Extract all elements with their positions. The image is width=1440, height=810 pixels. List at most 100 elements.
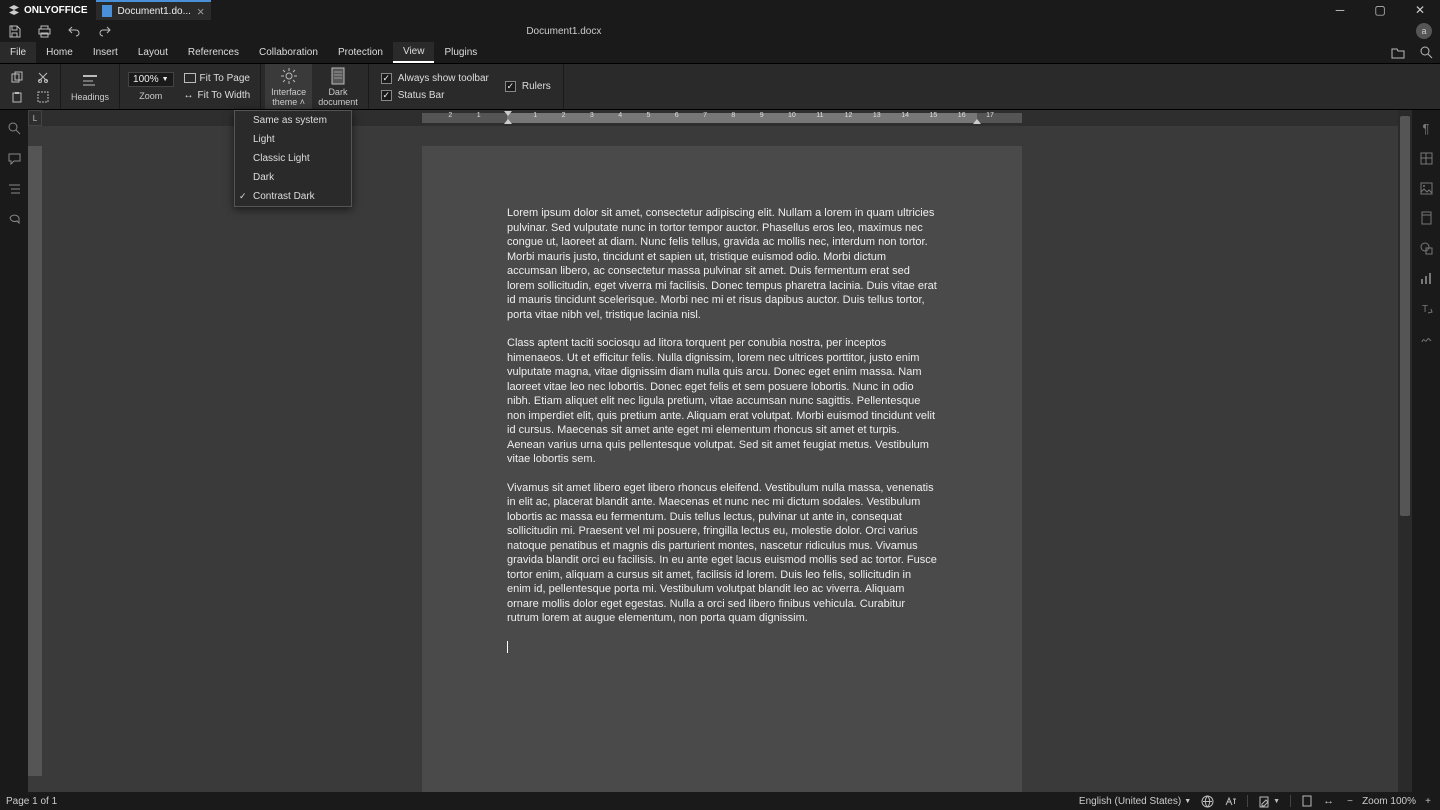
minimize-button[interactable]: ─ [1320,0,1360,20]
image-settings-icon[interactable] [1418,180,1434,196]
doc-icon [102,5,112,17]
close-tab-icon[interactable]: × [197,4,205,19]
language-button[interactable]: English (United States) ▼ [1079,796,1191,807]
headings-button[interactable]: Headings [65,64,115,109]
select-all-icon[interactable] [34,89,52,105]
zoom-status[interactable]: Zoom 100% [1362,796,1416,807]
feedback-icon[interactable] [6,210,22,226]
ruler-tick: 9 [760,112,764,119]
open-file-location-icon[interactable] [1384,42,1412,63]
ruler-tick: 13 [873,112,881,119]
app-logo[interactable]: ONLYOFFICE [0,4,96,16]
document-tab[interactable]: Document1.do... × [96,0,211,20]
track-changes-icon[interactable]: ▼ [1258,795,1280,808]
copy-icon[interactable] [8,69,26,85]
close-window-button[interactable]: ✕ [1400,0,1440,20]
tab-home[interactable]: Home [36,42,83,63]
cursor-paragraph[interactable] [507,640,937,655]
app-name: ONLYOFFICE [24,5,88,16]
doc-tab-label: Document1.do... [118,6,191,17]
shape-settings-icon[interactable] [1418,240,1434,256]
page-indicator[interactable]: Page 1 of 1 [6,796,57,807]
paragraph-1[interactable]: Lorem ipsum dolor sit amet, consectetur … [507,206,937,322]
doclang-icon[interactable] [1224,795,1237,808]
spellcheck-icon[interactable] [1201,795,1214,808]
vertical-ruler[interactable] [28,126,42,792]
chart-settings-icon[interactable] [1418,270,1434,286]
tab-references[interactable]: References [178,42,249,63]
header-footer-icon[interactable] [1418,210,1434,226]
print-icon[interactable] [36,23,52,39]
status-bar-checkbox[interactable]: ✓Status Bar [377,89,493,102]
textart-settings-icon[interactable]: T [1418,300,1434,316]
fit-page-icon [184,73,196,83]
ruler-tick: 2 [448,112,452,119]
zoom-out-button[interactable]: − [1344,796,1356,807]
paragraph-2[interactable]: Class aptent taciti sociosqu ad litora t… [507,336,937,467]
rulers-checkbox[interactable]: ✓Rulers [501,80,555,93]
tab-protection[interactable]: Protection [328,42,393,63]
headings-nav-icon[interactable] [6,180,22,196]
ruler-tick: 5 [647,112,651,119]
signature-icon[interactable] [1418,330,1434,346]
vertical-scrollbar[interactable] [1398,110,1412,792]
redo-icon[interactable] [96,23,112,39]
table-settings-icon[interactable] [1418,150,1434,166]
ruler-tick: 8 [731,112,735,119]
right-sidebar: ¶ T [1412,110,1440,792]
ruler-corner[interactable]: L [28,110,42,126]
left-indent-marker[interactable] [504,119,512,124]
checkbox-checked-icon: ✓ [381,90,392,101]
quick-access-toolbar: Document1.docx a [0,20,1440,42]
ruler-tick: 3 [590,112,594,119]
right-indent-marker[interactable] [973,119,981,124]
zoom-in-button[interactable]: + [1422,796,1434,807]
ruler-tick: 1 [477,112,481,119]
ruler-tick: 1 [533,112,537,119]
document-canvas[interactable]: Lorem ipsum dolor sit amet, consectetur … [42,126,1398,792]
dark-document-button[interactable]: Dark document [312,64,364,109]
tab-file[interactable]: File [0,42,36,63]
tab-layout[interactable]: Layout [128,42,178,63]
tab-view[interactable]: View [393,42,435,63]
theme-option-same-as-system[interactable]: Same as system [235,111,351,130]
ruler-tick: 16 [958,112,966,119]
tab-collaboration[interactable]: Collaboration [249,42,328,63]
headings-icon [80,72,100,90]
maximize-button[interactable]: ▢ [1360,0,1400,20]
tab-plugins[interactable]: Plugins [434,42,487,63]
theme-option-dark[interactable]: Dark [235,168,351,187]
fit-page-label: Fit To Page [200,73,250,84]
zoom-select[interactable]: 100% ▼ [128,72,174,87]
find-icon[interactable] [1412,42,1440,63]
fit-to-page-button[interactable]: Fit To Page [182,72,253,85]
tab-insert[interactable]: Insert [83,42,128,63]
theme-option-contrast-dark[interactable]: Contrast Dark [235,187,351,206]
chevron-down-icon: ▼ [162,76,169,83]
paragraph-settings-icon[interactable]: ¶ [1418,120,1434,136]
document-page[interactable]: Lorem ipsum dolor sit amet, consectetur … [422,146,1022,792]
undo-icon[interactable] [66,23,82,39]
always-show-toolbar-checkbox[interactable]: ✓Always show toolbar [377,72,493,85]
save-icon[interactable] [6,23,22,39]
first-line-indent-marker[interactable] [504,111,512,116]
theme-option-light[interactable]: Light [235,130,351,149]
fit-page-status-icon[interactable] [1301,795,1313,807]
menubar: File Home Insert Layout References Colla… [0,42,1440,64]
ruler-tick: 12 [845,112,853,119]
fit-width-label: Fit To Width [198,90,251,101]
fit-width-icon: ↔ [184,90,194,101]
paste-icon[interactable] [8,89,26,105]
theme-option-classic-light[interactable]: Classic Light [235,149,351,168]
scrollbar-thumb[interactable] [1400,116,1410,516]
comments-icon[interactable] [6,150,22,166]
cut-icon[interactable] [34,69,52,85]
user-avatar[interactable]: a [1416,23,1432,39]
rulers-label: Rulers [522,81,551,92]
language-label: English (United States) [1079,796,1181,807]
fit-to-width-button[interactable]: ↔ Fit To Width [182,89,253,102]
search-icon[interactable] [6,120,22,136]
fit-width-status-icon[interactable]: ↔ [1323,795,1334,807]
paragraph-3[interactable]: Vivamus sit amet libero eget libero rhon… [507,481,937,626]
interface-theme-button[interactable]: Interface theme ˄ [265,64,312,109]
